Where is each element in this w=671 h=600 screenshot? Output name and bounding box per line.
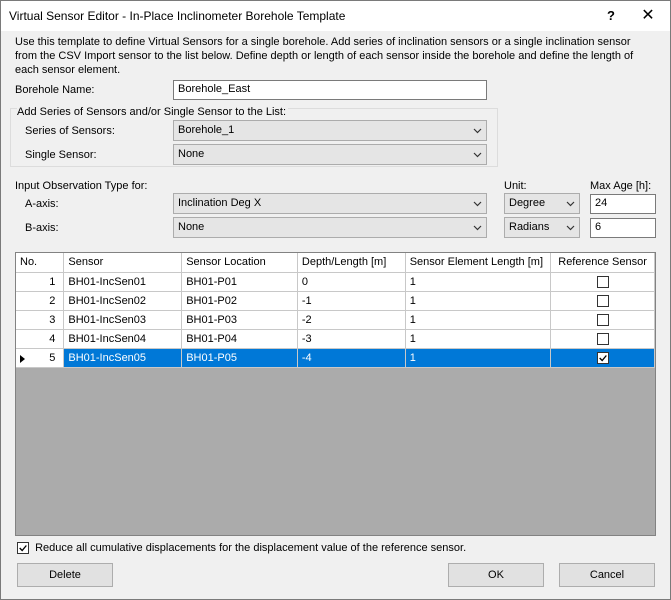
- cell-no-text: 1: [49, 275, 56, 288]
- cell-sensor-location[interactable]: BH01-P01: [181, 272, 298, 292]
- single-sensor-dropdown[interactable]: None: [173, 144, 487, 165]
- max-age-label: Max Age [h]:: [590, 180, 652, 192]
- reference-sensor-checkbox[interactable]: [596, 332, 609, 345]
- b-axis-observation-value: None: [178, 221, 205, 233]
- sensor-table-header: No. Sensor Sensor Location Depth/Length …: [16, 253, 655, 273]
- a-axis-unit-value: Degree: [509, 197, 546, 209]
- column-header-reference-sensor[interactable]: Reference Sensor: [550, 253, 655, 273]
- a-axis-label: A-axis:: [25, 198, 59, 210]
- cell-reference-sensor[interactable]: [550, 329, 655, 349]
- cell-element-length[interactable]: 1: [405, 291, 552, 311]
- b-axis-max-age-input[interactable]: 6: [590, 218, 656, 238]
- reference-sensor-checkbox[interactable]: [596, 313, 609, 326]
- cell-reference-sensor[interactable]: [550, 272, 655, 292]
- a-axis-observation-value: Inclination Deg X: [178, 197, 262, 209]
- cell-sensor[interactable]: BH01-IncSen01: [63, 272, 183, 292]
- cell-element-length[interactable]: 1: [405, 348, 552, 368]
- cell-reference-sensor[interactable]: [550, 291, 655, 311]
- cell-sensor[interactable]: BH01-IncSen02: [63, 291, 183, 311]
- close-button[interactable]: ✕: [626, 1, 670, 31]
- table-row[interactable]: 3 BH01-IncSen03 BH01-P03 -2 1: [16, 310, 655, 330]
- cell-depth-length[interactable]: 0: [297, 272, 406, 292]
- chevron-down-icon: [566, 225, 575, 231]
- cancel-button[interactable]: Cancel: [559, 563, 655, 587]
- column-header-depth-length[interactable]: Depth/Length [m]: [297, 253, 406, 273]
- cell-depth-length[interactable]: -4: [297, 348, 406, 368]
- reference-sensor-checkbox[interactable]: [596, 351, 609, 364]
- reduce-displacements-checkbox[interactable]: [17, 542, 29, 555]
- table-row[interactable]: 5 BH01-IncSen05 BH01-P05 -4 1: [16, 348, 655, 368]
- cell-sensor-location[interactable]: BH01-P02: [181, 291, 298, 311]
- series-of-sensors-dropdown[interactable]: Borehole_1: [173, 120, 487, 141]
- single-sensor-label: Single Sensor:: [25, 149, 97, 161]
- current-row-indicator-icon: [20, 354, 25, 363]
- cell-element-length[interactable]: 1: [405, 310, 552, 330]
- cell-element-length[interactable]: 1: [405, 272, 552, 292]
- add-sensors-group-title: Add Series of Sensors and/or Single Sens…: [17, 106, 289, 118]
- column-header-sensor[interactable]: Sensor: [63, 253, 183, 273]
- cell-element-length[interactable]: 1: [405, 329, 552, 349]
- cell-sensor-location[interactable]: BH01-P03: [181, 310, 298, 330]
- template-description: Use this template to define Virtual Sens…: [15, 36, 634, 76]
- b-axis-label: B-axis:: [25, 222, 59, 234]
- b-axis-unit-value: Radians: [509, 221, 550, 233]
- chevron-down-icon: [473, 152, 482, 158]
- sensor-grid[interactable]: No. Sensor Sensor Location Depth/Length …: [15, 252, 656, 536]
- borehole-name-input[interactable]: Borehole_East: [173, 80, 487, 100]
- column-header-no[interactable]: No.: [16, 253, 65, 273]
- b-axis-observation-dropdown[interactable]: None: [173, 217, 487, 238]
- column-header-element-length[interactable]: Sensor Element Length [m]: [405, 253, 552, 273]
- chevron-down-icon: [473, 201, 482, 207]
- series-of-sensors-label: Series of Sensors:: [25, 125, 115, 137]
- cell-no[interactable]: 4: [16, 329, 65, 349]
- b-axis-unit-dropdown[interactable]: Radians: [504, 217, 580, 238]
- virtual-sensor-editor-dialog: Virtual Sensor Editor - In-Place Inclino…: [0, 0, 671, 600]
- table-row[interactable]: 1 BH01-IncSen01 BH01-P01 0 1: [16, 272, 655, 292]
- observation-type-label: Input Observation Type for:: [15, 180, 148, 192]
- checkmark-icon: [19, 545, 27, 552]
- cell-no[interactable]: 2: [16, 291, 65, 311]
- reduce-displacements-option[interactable]: Reduce all cumulative displacements for …: [17, 542, 467, 555]
- a-axis-observation-dropdown[interactable]: Inclination Deg X: [173, 193, 487, 214]
- sensor-table-body: 1 BH01-IncSen01 BH01-P01 0 1 2 BH01-IncSen02 BH…: [16, 272, 655, 368]
- cell-no-text: 4: [49, 332, 56, 345]
- chevron-down-icon: [566, 201, 575, 207]
- unit-label: Unit:: [504, 180, 527, 192]
- cell-depth-length[interactable]: -2: [297, 310, 406, 330]
- reference-sensor-checkbox[interactable]: [596, 275, 609, 288]
- ok-button[interactable]: OK: [448, 563, 544, 587]
- checkmark-icon: [598, 354, 607, 362]
- cell-no[interactable]: 3: [16, 310, 65, 330]
- delete-button[interactable]: Delete: [17, 563, 113, 587]
- a-axis-max-age-input[interactable]: 24: [590, 194, 656, 214]
- reduce-displacements-label: Reduce all cumulative displacements for …: [35, 542, 467, 555]
- single-sensor-value: None: [178, 148, 205, 160]
- cell-no-text: 2: [49, 294, 56, 307]
- cell-reference-sensor[interactable]: [550, 348, 655, 368]
- sensor-table: No. Sensor Sensor Location Depth/Length …: [16, 253, 655, 368]
- chevron-down-icon: [473, 225, 482, 231]
- cell-sensor-location[interactable]: BH01-P04: [181, 329, 298, 349]
- table-row[interactable]: 4 BH01-IncSen04 BH01-P04 -3 1: [16, 329, 655, 349]
- cell-depth-length[interactable]: -3: [297, 329, 406, 349]
- cell-sensor[interactable]: BH01-IncSen03: [63, 310, 183, 330]
- series-of-sensors-value: Borehole_1: [178, 124, 235, 136]
- cell-no-text: 3: [49, 313, 56, 326]
- chevron-down-icon: [473, 128, 482, 134]
- window-title: Virtual Sensor Editor - In-Place Inclino…: [9, 9, 346, 23]
- a-axis-unit-dropdown[interactable]: Degree: [504, 193, 580, 214]
- cell-no-text: 5: [49, 351, 56, 364]
- cell-sensor[interactable]: BH01-IncSen04: [63, 329, 183, 349]
- cell-no[interactable]: 5: [16, 348, 65, 368]
- cell-reference-sensor[interactable]: [550, 310, 655, 330]
- cell-sensor-location[interactable]: BH01-P05: [181, 348, 298, 368]
- cell-no[interactable]: 1: [16, 272, 65, 292]
- borehole-name-label: Borehole Name:: [15, 84, 95, 96]
- table-row[interactable]: 2 BH01-IncSen02 BH01-P02 -1 1: [16, 291, 655, 311]
- column-header-sensor-location[interactable]: Sensor Location: [181, 253, 298, 273]
- cell-depth-length[interactable]: -1: [297, 291, 406, 311]
- reference-sensor-checkbox[interactable]: [596, 294, 609, 307]
- title-bar: Virtual Sensor Editor - In-Place Inclino…: [1, 1, 670, 31]
- cell-sensor[interactable]: BH01-IncSen05: [63, 348, 183, 368]
